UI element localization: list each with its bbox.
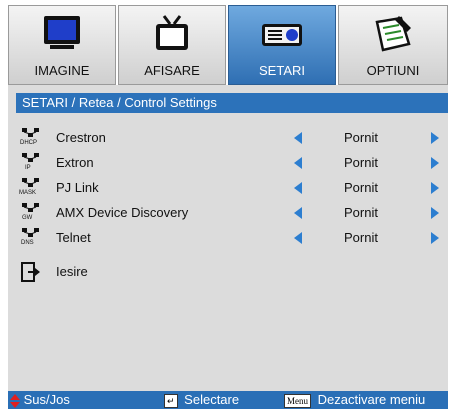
tab-label: OPTIUNI (366, 63, 420, 78)
help-updown-label: Sus/Jos (23, 392, 70, 407)
menu-row-crestron[interactable]: DHCP Crestron Pornit (8, 127, 448, 149)
help-menu: Menu Dezactivare meniu (284, 391, 425, 409)
help-bar: Sus/Jos ↵ Selectare Menu Dezactivare men… (8, 391, 448, 409)
tv-icon (156, 15, 188, 50)
row-label: Crestron (56, 130, 106, 145)
help-select-label: Selectare (184, 392, 240, 407)
left-arrow-icon[interactable] (294, 132, 302, 144)
row-label: Iesire (56, 264, 88, 279)
settings-panel: SETARI / Retea / Control Settings DHCP C… (8, 85, 448, 391)
projector-icon (262, 24, 302, 46)
right-arrow-icon[interactable] (431, 182, 439, 194)
help-updown: Sus/Jos (10, 391, 70, 409)
icon-tag: IP (25, 165, 31, 171)
monitor-icon (44, 16, 80, 49)
help-select: ↵ Selectare (164, 391, 239, 409)
left-arrow-icon[interactable] (294, 232, 302, 244)
menu-row-pjlink[interactable]: MASK PJ Link Pornit (8, 177, 448, 199)
updown-arrow-icon (10, 393, 20, 408)
enter-key-icon: ↵ (164, 393, 178, 408)
tab-optiuni[interactable]: OPTIUNI (338, 5, 448, 85)
left-arrow-icon[interactable] (294, 182, 302, 194)
menu-row-exit[interactable]: Iesire (8, 261, 208, 283)
row-value: Pornit (344, 230, 378, 245)
tab-label: AFISARE (144, 63, 200, 78)
menu-key-icon: Menu (284, 393, 311, 408)
left-arrow-icon[interactable] (294, 157, 302, 169)
row-value: Pornit (344, 155, 378, 170)
right-arrow-icon[interactable] (431, 157, 439, 169)
menu-row-telnet[interactable]: DNS Telnet Pornit (8, 227, 448, 249)
menu-row-extron[interactable]: IP Extron Pornit (8, 152, 448, 174)
row-value: Pornit (344, 130, 378, 145)
tab-setari[interactable]: SETARI (228, 5, 336, 85)
menu-tab-bar: IMAGINE AFISARE SETARI OPTIUNI (8, 5, 448, 85)
row-label: AMX Device Discovery (56, 205, 189, 220)
icon-tag: MASK (19, 190, 37, 196)
menu-row-amx[interactable]: GW AMX Device Discovery Pornit (8, 202, 448, 224)
right-arrow-icon[interactable] (431, 207, 439, 219)
tab-afisare[interactable]: AFISARE (118, 5, 226, 85)
row-value: Pornit (344, 205, 378, 220)
left-arrow-icon[interactable] (294, 207, 302, 219)
row-label: PJ Link (56, 180, 99, 195)
help-menu-label: Dezactivare meniu (317, 392, 426, 407)
right-arrow-icon[interactable] (431, 232, 439, 244)
row-value: Pornit (344, 180, 378, 195)
exit-icon (21, 262, 40, 282)
breadcrumb: SETARI / Retea / Control Settings (16, 93, 448, 113)
icon-tag: DNS (21, 240, 34, 246)
right-arrow-icon[interactable] (431, 132, 439, 144)
icon-tag: DHCP (20, 140, 38, 146)
tab-imagine[interactable]: IMAGINE (8, 5, 116, 85)
row-label: Telnet (56, 230, 91, 245)
icon-tag: GW (22, 215, 33, 221)
notepad-icon (375, 16, 411, 52)
tab-label: SETARI (259, 63, 305, 78)
tab-label: IMAGINE (34, 63, 90, 78)
row-label: Extron (56, 155, 94, 170)
